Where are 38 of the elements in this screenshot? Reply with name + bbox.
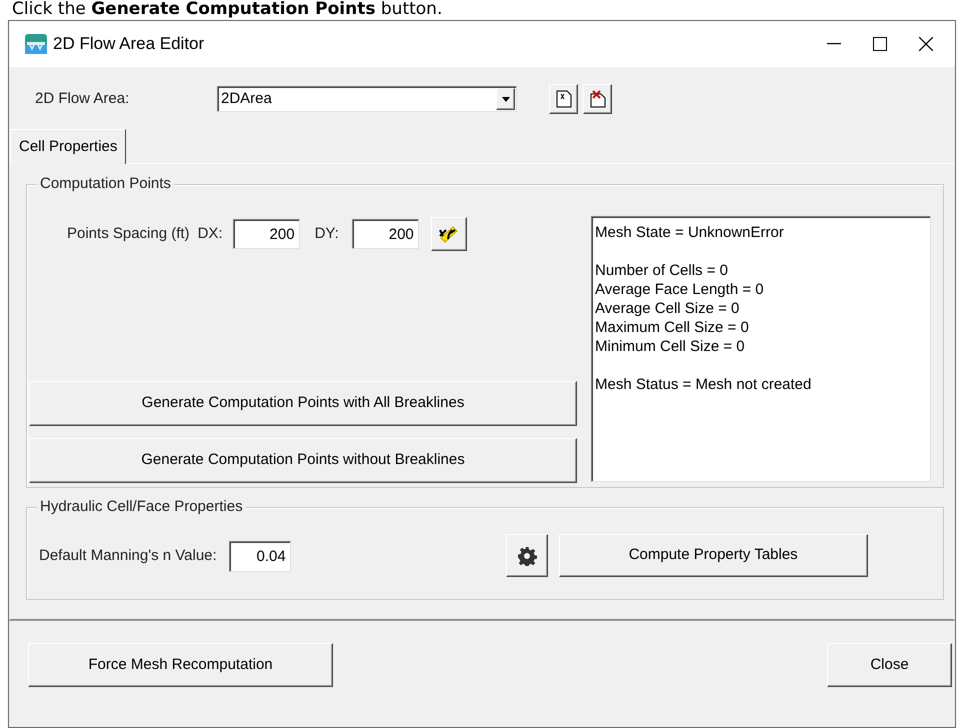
dx-input[interactable]: 200 bbox=[232, 219, 300, 249]
group-title: Computation Points bbox=[37, 174, 174, 194]
new-area-button[interactable] bbox=[549, 84, 578, 114]
generate-points-button[interactable]: Generate Computation Points with All Breaklines bbox=[29, 381, 577, 426]
minimize-icon bbox=[827, 43, 841, 45]
instruction-text: Click the Generate Computation Points button. bbox=[12, 0, 442, 19]
tab[interactable]: Cell Properties bbox=[10, 129, 126, 164]
dy-input[interactable]: 200 bbox=[352, 219, 419, 249]
mesh-info-line: Minimum Cell Size = 0 bbox=[595, 337, 746, 356]
compute-tables-button[interactable]: Compute Property Tables bbox=[558, 534, 868, 577]
delete-area-button[interactable] bbox=[583, 84, 612, 114]
dx-label: DX: bbox=[198, 224, 223, 244]
generate-points-button[interactable]: Generate Computation Points without Breaklines bbox=[29, 438, 577, 483]
mannings-input[interactable]: 0.04 bbox=[228, 541, 291, 572]
mesh-info-line: Mesh State = UnknownError bbox=[595, 223, 785, 242]
xy-button[interactable] bbox=[430, 217, 467, 251]
gear-icon bbox=[516, 546, 537, 566]
dropdown-arrow-icon bbox=[502, 96, 510, 102]
dy-label: DY: bbox=[314, 224, 339, 244]
settings-button[interactable] bbox=[506, 534, 548, 577]
spacing-label: Points Spacing (ft) bbox=[67, 224, 190, 244]
mesh-info-line: Maximum Cell Size = 0 bbox=[595, 318, 750, 337]
mesh-info-line: Number of Cells = 0 bbox=[595, 261, 729, 280]
flow-area-label: 2D Flow Area: bbox=[35, 88, 130, 109]
close-dialog-button[interactable]: Close bbox=[827, 643, 952, 687]
force-recompute-button[interactable]: Force Mesh Recomputation bbox=[28, 643, 333, 687]
delete-document-icon bbox=[590, 90, 606, 108]
document-icon bbox=[556, 90, 572, 108]
mannings-label: Default Manning's n Value: bbox=[39, 546, 217, 566]
flow-area-dropdown[interactable]: 2DArea bbox=[217, 86, 517, 112]
mesh-info-line: Average Cell Size = 0 bbox=[595, 299, 740, 318]
close-icon bbox=[919, 37, 933, 51]
mesh-info-line: Average Face Length = 0 bbox=[595, 280, 765, 299]
app-icon bbox=[25, 34, 47, 54]
window-title: 2D Flow Area Editor bbox=[53, 33, 204, 56]
maximize-icon bbox=[873, 37, 887, 51]
group-title: Hydraulic Cell/Face Properties bbox=[37, 497, 246, 517]
mesh-info-line: Mesh Status = Mesh not created bbox=[595, 375, 812, 394]
